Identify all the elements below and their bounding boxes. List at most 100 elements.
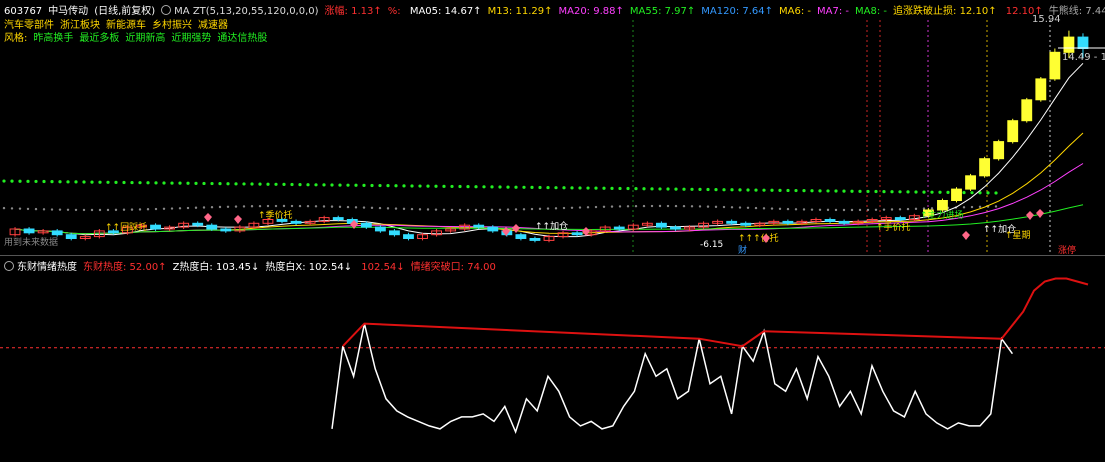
diamond-icon (1026, 211, 1034, 220)
support-dot (202, 181, 206, 186)
candle-body (374, 226, 386, 232)
gray-dot (978, 205, 982, 209)
gray-dot (674, 204, 678, 208)
candle-body (726, 220, 738, 224)
gray-dot (826, 208, 830, 212)
gray-dot (570, 206, 574, 209)
support-dot (858, 189, 862, 193)
gray-dot (282, 204, 286, 208)
support-dot (530, 185, 534, 189)
gray-dot (434, 208, 438, 211)
support-dot (682, 187, 686, 191)
gray-dot (146, 208, 150, 211)
gray-dot (338, 205, 342, 209)
gray-dot (226, 205, 230, 208)
support-dot (258, 182, 262, 186)
event-tag: 用到未来数据 (4, 236, 58, 248)
support-dot (26, 179, 30, 183)
support-dot (938, 190, 942, 194)
support-dot (178, 181, 182, 185)
support-dot (34, 179, 38, 184)
candle-body (740, 222, 752, 226)
diamond-icon (204, 213, 212, 222)
support-dot (890, 190, 894, 194)
support-dot (346, 183, 350, 187)
support-dot (314, 183, 318, 187)
support-dot (50, 180, 54, 184)
candle-body (1077, 36, 1089, 49)
support-dot (218, 182, 222, 186)
support-dot (378, 183, 382, 188)
gray-dot (522, 208, 526, 211)
support-dot (762, 188, 766, 192)
candle-body (360, 222, 372, 228)
support-dot (610, 186, 614, 190)
gray-dot (234, 205, 238, 208)
gray-dot (426, 208, 430, 211)
heat-chart[interactable] (0, 256, 1105, 462)
candle-body (290, 220, 302, 224)
support-dot (2, 179, 6, 183)
gray-dot (554, 207, 558, 210)
candle-body (951, 188, 962, 202)
candle-body (965, 175, 976, 190)
support-dot (698, 187, 702, 191)
support-dot (106, 180, 110, 184)
support-dot (594, 186, 598, 190)
support-dot (826, 189, 830, 193)
gray-dot (138, 208, 142, 211)
gray-dot (162, 207, 166, 210)
support-dot (450, 184, 454, 189)
support-dot (498, 185, 502, 189)
gray-dot (98, 208, 102, 212)
support-dot (306, 183, 310, 187)
support-dot (362, 183, 366, 187)
gray-dot (2, 206, 6, 210)
support-dot (226, 182, 230, 186)
support-dot (10, 179, 14, 183)
gray-dot (74, 208, 78, 212)
support-dot (898, 190, 902, 194)
support-dot (122, 180, 126, 185)
gray-dot (482, 208, 486, 212)
support-dot (802, 189, 806, 193)
support-dot (194, 181, 198, 185)
support-dot (810, 189, 814, 193)
heat-line-hot (342, 277, 1089, 348)
support-dot (210, 181, 214, 186)
gray-dot (802, 208, 806, 211)
gray-dot (50, 208, 54, 211)
candle-body (51, 230, 63, 236)
support-dot (266, 182, 270, 186)
gray-dot (562, 206, 566, 210)
price-chart[interactable]: 15.9414.49 - 14↑↑回踩托↑季价托↑↑加仓↑↑↑价托↑手价托↑↑加… (0, 0, 1105, 255)
gray-dot (746, 206, 750, 210)
support-dot (58, 180, 62, 184)
gray-dot (346, 205, 350, 209)
support-dot (370, 183, 374, 188)
gray-dot (370, 206, 374, 210)
gray-dot (514, 208, 518, 211)
support-dot (946, 190, 950, 194)
gray-dot (314, 205, 318, 208)
gray-dot (882, 208, 886, 211)
support-dot (834, 189, 838, 193)
support-dot (778, 188, 782, 192)
gray-dot (898, 208, 902, 211)
support-dot (394, 184, 398, 188)
gray-dot (18, 207, 22, 210)
candle-body (65, 234, 77, 239)
support-dot (426, 184, 430, 188)
support-dot (650, 187, 654, 191)
candle-body (1035, 78, 1047, 101)
heat-line (331, 323, 1014, 435)
support-dot (914, 190, 918, 194)
gray-dot (330, 205, 334, 208)
gray-dot (122, 208, 126, 211)
support-dot (330, 183, 334, 187)
gray-dot (762, 207, 766, 210)
candle-body (979, 158, 991, 177)
candle-body (670, 226, 681, 230)
gray-dot (690, 205, 694, 208)
gray-dot (418, 208, 422, 211)
